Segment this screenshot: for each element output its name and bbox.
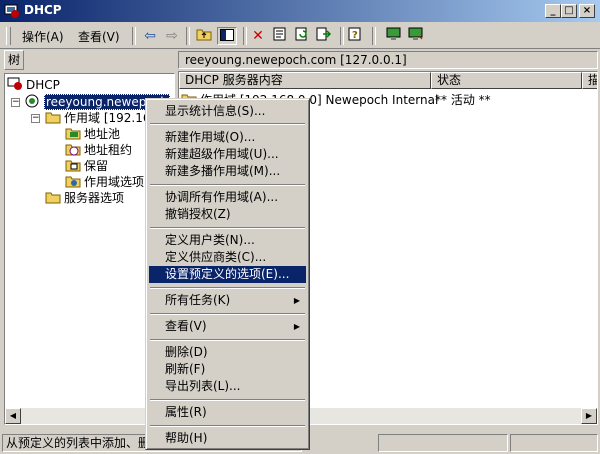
list-row-status: ** 活动 ** bbox=[435, 93, 491, 107]
tree-label-scope-options: 作用域选项 bbox=[84, 175, 145, 189]
menu-all-tasks[interactable]: 所有任务(K) ▶ bbox=[149, 292, 306, 309]
dhcp-icon bbox=[7, 77, 22, 90]
minimize-button[interactable]: _ bbox=[545, 4, 561, 18]
title-bar[interactable]: DHCP _ □ × bbox=[0, 0, 600, 22]
menu-define-user-classes[interactable]: 定义用户类(N)... bbox=[149, 232, 306, 249]
menu-refresh[interactable]: 刷新(F) bbox=[149, 361, 306, 378]
menu-reconcile-all-scopes[interactable]: 协调所有作用域(A)... bbox=[149, 189, 306, 206]
menu-define-vendor-classes[interactable]: 定义供应商类(C)... bbox=[149, 249, 306, 266]
menu-toolbar: 操作(A) 查看(V) ⇦ ⇨ ✕ ? bbox=[0, 24, 600, 49]
forward-icon[interactable]: ⇨ bbox=[162, 27, 182, 45]
scroll-left-button[interactable]: ◀ bbox=[5, 408, 21, 424]
toolbar-separator bbox=[340, 27, 344, 45]
folder-icon bbox=[45, 112, 61, 124]
menu-all-tasks-label: 所有任务(K) bbox=[165, 293, 231, 307]
svg-text:?: ? bbox=[352, 30, 358, 41]
delete-icon[interactable]: ✕ bbox=[248, 27, 268, 45]
menu-separator bbox=[150, 287, 305, 289]
status-panel bbox=[510, 434, 598, 452]
tree-item-address-leases[interactable]: 地址租约 bbox=[65, 142, 132, 158]
server-node-icon bbox=[25, 94, 39, 108]
properties-icon[interactable] bbox=[270, 27, 290, 45]
tree-label-server-options: 服务器选项 bbox=[64, 191, 125, 205]
scroll-right-button[interactable]: ▶ bbox=[581, 408, 597, 424]
tree-item-dhcp[interactable]: DHCP bbox=[7, 77, 60, 93]
menu-separator bbox=[150, 313, 305, 315]
menu-separator bbox=[150, 425, 305, 427]
refresh-icon[interactable] bbox=[292, 27, 312, 45]
tree-item-reservations[interactable]: 保留 bbox=[65, 158, 108, 174]
menu-show-statistics[interactable]: 显示统计信息(S)... bbox=[149, 103, 306, 120]
column-header-contents[interactable]: DHCP 服务器内容 bbox=[179, 72, 431, 89]
show-hide-tree-icon[interactable] bbox=[217, 27, 237, 45]
console-address: reeyoung.newepoch.com [127.0.0.1] bbox=[178, 51, 598, 69]
toolbar-separator bbox=[132, 27, 136, 45]
menu-separator bbox=[150, 399, 305, 401]
menu-separator bbox=[150, 184, 305, 186]
maximize-button[interactable]: □ bbox=[561, 4, 577, 18]
menu-new-scope[interactable]: 新建作用域(O)... bbox=[149, 129, 306, 146]
context-menu: 显示统计信息(S)... 新建作用域(O)... 新建超级作用域(U)... 新… bbox=[145, 98, 310, 450]
back-icon[interactable]: ⇦ bbox=[140, 27, 160, 45]
submenu-arrow-icon: ▶ bbox=[293, 296, 300, 305]
menu-unauthorize[interactable]: 撤销授权(Z) bbox=[149, 206, 306, 223]
menu-separator bbox=[150, 339, 305, 341]
tab-tree[interactable]: 树 bbox=[4, 50, 24, 70]
export-icon[interactable] bbox=[314, 27, 334, 45]
menu-new-multicast-scope[interactable]: 新建多播作用域(M)... bbox=[149, 163, 306, 180]
status-panel bbox=[378, 434, 508, 452]
toolbar-separator bbox=[372, 27, 376, 45]
menu-view[interactable]: 查看(V) ▶ bbox=[149, 318, 306, 335]
collapse-toggle[interactable]: − bbox=[11, 98, 20, 107]
close-button[interactable]: × bbox=[579, 4, 595, 18]
folder-icon bbox=[45, 192, 61, 204]
tree-item-scope-options[interactable]: 作用域选项 bbox=[65, 174, 144, 190]
help-icon[interactable]: ? bbox=[346, 27, 366, 45]
toolbar-separator bbox=[186, 27, 190, 45]
tree-label-dhcp: DHCP bbox=[26, 78, 60, 92]
menu-delete[interactable]: 删除(D) bbox=[149, 344, 306, 361]
server2-icon[interactable] bbox=[406, 27, 426, 45]
toolbar-grip[interactable] bbox=[6, 27, 11, 45]
window-title: DHCP bbox=[24, 3, 62, 17]
scope-options-icon bbox=[65, 176, 81, 188]
menu-help[interactable]: 帮助(H) bbox=[149, 430, 306, 447]
tree-item-scope[interactable]: 作用域 [192.168 bbox=[45, 110, 158, 126]
dhcp-window: DHCP _ □ × 操作(A) 查看(V) ⇦ ⇨ ✕ ? 树 reeyoun… bbox=[0, 0, 600, 454]
submenu-arrow-icon: ▶ bbox=[293, 322, 300, 331]
server-icon[interactable] bbox=[384, 27, 404, 45]
tree-label-reservations: 保留 bbox=[84, 159, 109, 173]
column-header-status[interactable]: 状态 bbox=[431, 72, 582, 89]
tree-item-server-options[interactable]: 服务器选项 bbox=[45, 190, 124, 206]
reservations-icon bbox=[65, 160, 81, 172]
collapse-toggle[interactable]: − bbox=[31, 114, 40, 123]
tree-item-address-pool[interactable]: 地址池 bbox=[65, 126, 120, 142]
menu-view[interactable]: 查看(V) bbox=[78, 28, 120, 45]
tree-label-leases: 地址租约 bbox=[84, 143, 133, 157]
menu-view-label: 查看(V) bbox=[165, 319, 207, 333]
up-folder-icon[interactable] bbox=[194, 27, 214, 45]
menu-properties[interactable]: 属性(R) bbox=[149, 404, 306, 421]
address-pool-icon bbox=[65, 128, 81, 140]
address-leases-icon bbox=[65, 144, 81, 156]
tree-label-pool: 地址池 bbox=[84, 127, 121, 141]
menu-separator bbox=[150, 227, 305, 229]
dhcp-app-icon bbox=[4, 4, 19, 18]
menu-new-superscope[interactable]: 新建超级作用域(U)... bbox=[149, 146, 306, 163]
tree-label-scope: 作用域 [192.168 bbox=[64, 111, 159, 125]
toolbar-separator bbox=[243, 27, 247, 45]
menu-separator bbox=[150, 123, 305, 125]
menu-export-list[interactable]: 导出列表(L)... bbox=[149, 378, 306, 395]
column-header-description[interactable]: 描 bbox=[582, 72, 597, 89]
menu-action[interactable]: 操作(A) bbox=[22, 28, 64, 45]
menu-set-predefined-options[interactable]: 设置预定义的选项(E)... bbox=[149, 266, 306, 283]
